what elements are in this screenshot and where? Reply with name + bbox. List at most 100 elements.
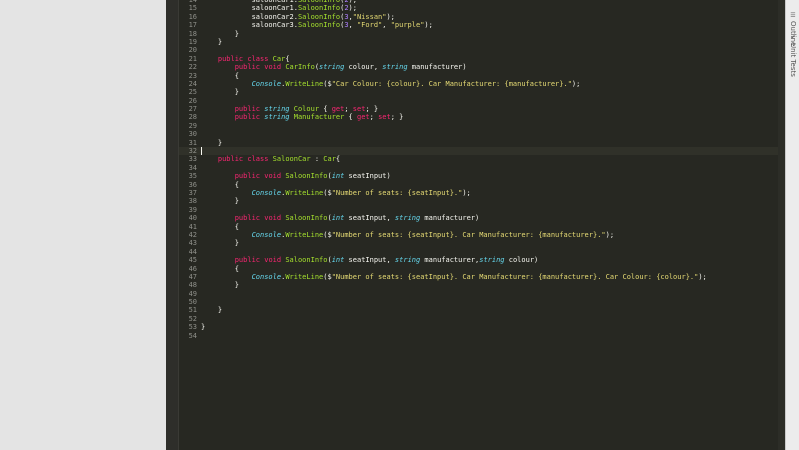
code-text: Console.WriteLine($"Number of seats: {se…: [251, 230, 615, 239]
code-text: public void SaloonInfo(int seatInput, st…: [234, 214, 480, 223]
text-caret: [201, 147, 202, 156]
code-line[interactable]: 21 public class Car{: [179, 55, 785, 63]
line-number: 26: [188, 96, 197, 105]
code-text: }: [201, 88, 239, 97]
code-editor[interactable]: 14 saloonCar1.SaloonInfo(2); 15 saloonCar…: [179, 0, 785, 450]
code-text: public string Manufacturer { get; set; }: [234, 113, 404, 122]
list-icon: ☰: [789, 12, 797, 19]
line-number: 35: [188, 172, 197, 181]
code-line[interactable]: 49: [179, 290, 785, 298]
code-line[interactable]: 22 public void CarInfo(string colour, st…: [179, 63, 785, 71]
code-text: public class Car{: [217, 54, 290, 63]
code-line[interactable]: 35 public void SaloonInfo(int seatInput): [179, 172, 785, 180]
code-text: public void SaloonInfo(int seatInput): [234, 172, 391, 181]
code-line[interactable]: 53}: [179, 323, 785, 331]
tab-unit-tests-label: Unit Tests: [789, 43, 797, 77]
check-icon: ✔: [789, 34, 797, 41]
code-line[interactable]: 42 Console.WriteLine($"Number of seats: …: [179, 231, 785, 239]
code-line[interactable]: 19 }: [179, 38, 785, 46]
code-line[interactable]: 27 public string Colour { get; set; }: [179, 105, 785, 113]
code-text: public string Colour { get; set; }: [234, 105, 379, 114]
line-number: 19: [188, 37, 197, 46]
code-line[interactable]: 30: [179, 130, 785, 138]
code-line[interactable]: 37 Console.WriteLine($"Number of seats: …: [179, 189, 785, 197]
code-text: Console.WriteLine($"Number of seats: {se…: [251, 272, 707, 281]
code-text: public class SaloonCar : Car{: [217, 155, 341, 164]
line-number: 42: [188, 230, 197, 239]
code-line[interactable]: 34: [179, 164, 785, 172]
code-text: }: [201, 197, 239, 206]
line-number: 32: [188, 147, 197, 156]
code-line[interactable]: 20: [179, 46, 785, 54]
code-line[interactable]: 23 {: [179, 72, 785, 80]
code-line[interactable]: 54: [179, 332, 785, 340]
tab-unit-tests[interactable]: ✔ Unit Tests: [788, 34, 798, 77]
code-text: saloonCar2.SaloonInfo(3,"Nissan");: [201, 12, 395, 21]
line-number: 27: [188, 105, 197, 114]
code-text: saloonCar1.SaloonInfo(2);: [201, 4, 357, 13]
code-line[interactable]: 46 {: [179, 265, 785, 273]
code-line[interactable]: 40 public void SaloonInfo(int seatInput,…: [179, 214, 785, 222]
code-text: }: [201, 323, 206, 332]
code-lines: 14 saloonCar1.SaloonInfo(2); 15 saloonCar…: [179, 0, 785, 340]
code-text: {: [201, 222, 239, 231]
line-number: 46: [188, 264, 197, 273]
code-text: }: [201, 138, 223, 147]
right-dock-panel: ☰ Outline ✔ Unit Tests: [785, 0, 799, 450]
code-line[interactable]: 15 saloonCar1.SaloonInfo(2);: [179, 4, 785, 12]
line-number: 50: [188, 298, 197, 307]
code-line[interactable]: 33 public class SaloonCar : Car{: [179, 155, 785, 163]
code-line[interactable]: 52: [179, 315, 785, 323]
code-line[interactable]: 16 saloonCar2.SaloonInfo(3,"Nissan");: [179, 13, 785, 21]
line-number: 33: [188, 155, 197, 164]
line-number: 22: [188, 63, 197, 72]
code-text: {: [201, 264, 239, 273]
line-number: 25: [188, 88, 197, 97]
code-text: saloonCar1.SaloonInfo(2);: [201, 0, 357, 4]
code-text: }: [201, 281, 239, 290]
code-line[interactable]: 44: [179, 248, 785, 256]
code-line[interactable]: 24 Console.WriteLine($"Car Colour: {colo…: [179, 80, 785, 88]
code-text: {: [201, 71, 239, 80]
code-line[interactable]: 18 }: [179, 30, 785, 38]
line-number: 40: [188, 214, 197, 223]
code-line[interactable]: 28 public string Manufacturer { get; set…: [179, 113, 785, 121]
code-line[interactable]: 43 }: [179, 239, 785, 247]
code-line[interactable]: 45 public void SaloonInfo(int seatInput,…: [179, 256, 785, 264]
line-number: 52: [188, 314, 197, 323]
code-line[interactable]: 32: [179, 147, 785, 156]
code-line[interactable]: 48 }: [179, 281, 785, 289]
code-line[interactable]: 51 }: [179, 306, 785, 314]
code-text: Console.WriteLine($"Number of seats: {se…: [251, 188, 471, 197]
line-number: 54: [188, 331, 197, 340]
code-line[interactable]: 25 }: [179, 88, 785, 96]
editor-scrollbar[interactable]: [778, 0, 785, 450]
code-line[interactable]: 41 {: [179, 223, 785, 231]
editor-gutter[interactable]: [166, 0, 179, 450]
code-text: }: [201, 239, 239, 248]
code-line[interactable]: 26: [179, 97, 785, 105]
line-number: 45: [188, 256, 197, 265]
line-number: 31: [188, 138, 197, 147]
line-number: 53: [188, 323, 197, 332]
code-text: }: [201, 37, 223, 46]
code-line[interactable]: 38 }: [179, 197, 785, 205]
line-number: 15: [188, 4, 197, 13]
code-text: Console.WriteLine($"Car Colour: {colour}…: [251, 79, 581, 88]
code-text: }: [201, 306, 223, 315]
code-line[interactable]: 50: [179, 298, 785, 306]
code-line[interactable]: 39: [179, 206, 785, 214]
code-text: public void SaloonInfo(int seatInput, st…: [234, 256, 539, 265]
line-number: 44: [188, 247, 197, 256]
line-number: 47: [188, 272, 197, 281]
code-line[interactable]: 36 {: [179, 181, 785, 189]
code-text: }: [201, 29, 239, 38]
code-line[interactable]: 29: [179, 122, 785, 130]
code-text: saloonCar3.SaloonInfo(3, "Ford", "purple…: [201, 21, 433, 30]
line-number: 18: [188, 29, 197, 38]
code-line[interactable]: 31 }: [179, 139, 785, 147]
code-line[interactable]: 47 Console.WriteLine($"Number of seats: …: [179, 273, 785, 281]
code-line[interactable]: 17 saloonCar3.SaloonInfo(3, "Ford", "pur…: [179, 21, 785, 29]
line-number: 43: [188, 239, 197, 248]
code-text: public void CarInfo(string colour, strin…: [234, 63, 467, 72]
